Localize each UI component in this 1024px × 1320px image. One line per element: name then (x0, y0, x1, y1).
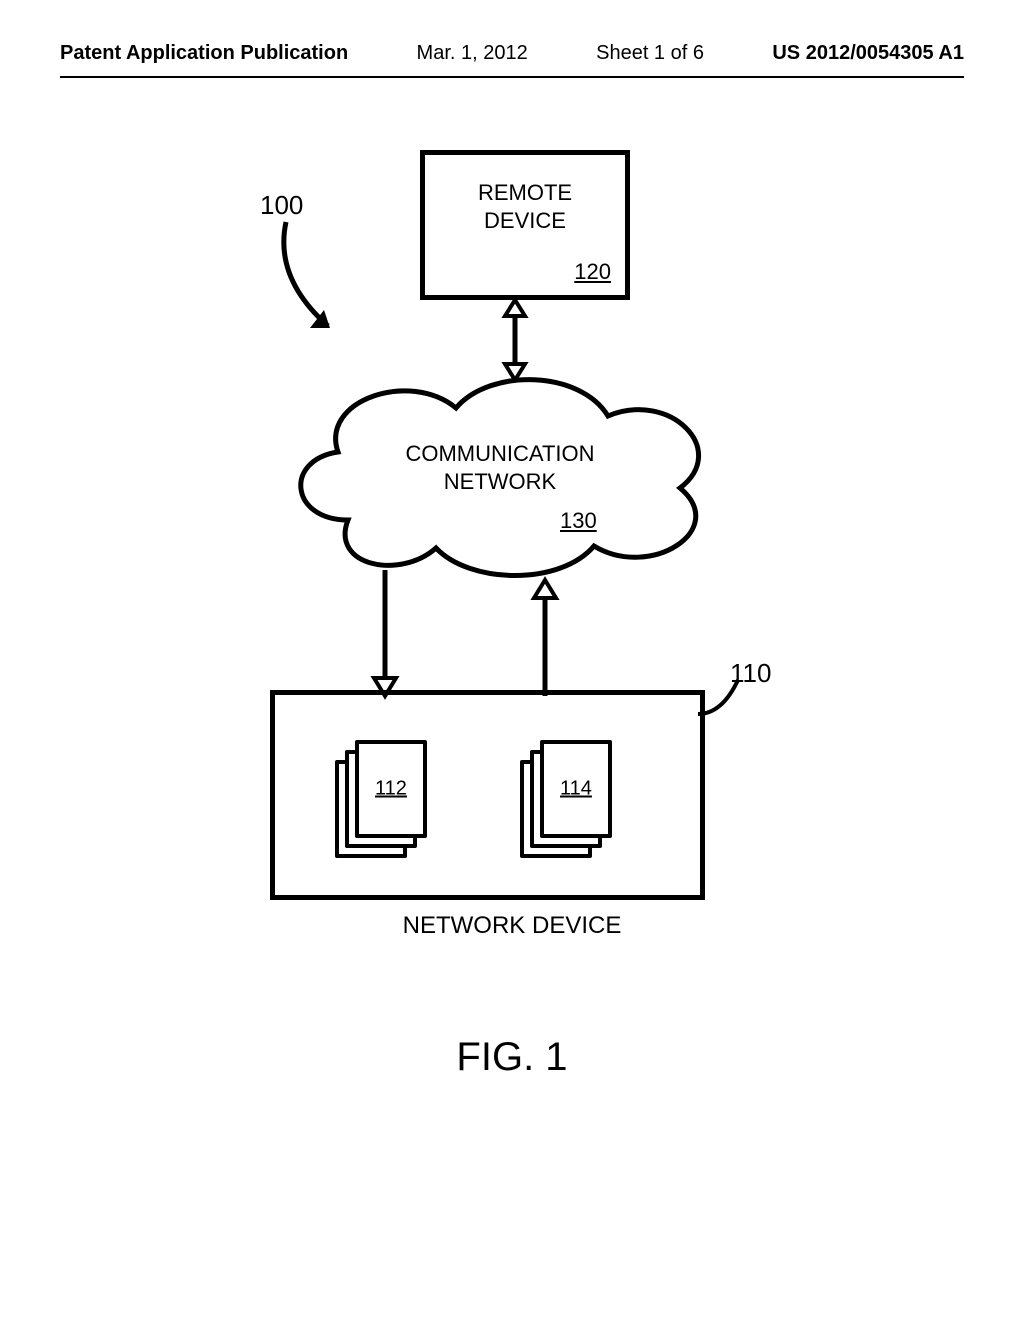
header-publication: Patent Application Publication (60, 42, 348, 65)
header-sheet: Sheet 1 of 6 (596, 42, 704, 65)
stack-112-ref: 112 (359, 778, 423, 801)
cloud-ref: 130 (560, 508, 597, 534)
system-ref-leader-arrow-icon (268, 218, 378, 338)
header-rule (60, 76, 964, 78)
network-device-caption: NETWORK DEVICE (0, 912, 1024, 940)
cloud-title-line2: NETWORK (444, 469, 556, 494)
remote-device-ref: 120 (574, 259, 611, 285)
communication-network-cloud: COMMUNICATION NETWORK 130 (260, 350, 740, 590)
header-docnum: US 2012/0054305 A1 (772, 42, 964, 65)
connector-netdev-to-cloud-icon (530, 580, 560, 696)
stack-114: 114 (520, 740, 616, 860)
card-icon: 114 (540, 740, 612, 838)
connector-cloud-to-netdev-icon (370, 570, 400, 696)
stack-114-ref: 114 (544, 778, 608, 801)
remote-device-box: REMOTE DEVICE 120 (420, 150, 630, 300)
page-header: Patent Application Publication Mar. 1, 2… (0, 42, 1024, 65)
system-ref-label: 100 (260, 190, 303, 221)
card-icon: 112 (355, 740, 427, 838)
stack-112: 112 (335, 740, 431, 860)
header-date: Mar. 1, 2012 (417, 42, 528, 65)
remote-device-title: REMOTE DEVICE (425, 179, 625, 234)
remote-device-title-line1: REMOTE (478, 180, 572, 205)
figure-caption: FIG. 1 (0, 1035, 1024, 1080)
figure-1-diagram: 100 REMOTE DEVICE 120 COMMUNICATION (0, 120, 1024, 1020)
network-device-ref-leader-icon (692, 674, 752, 724)
remote-device-title-line2: DEVICE (484, 208, 566, 233)
cloud-title: COMMUNICATION NETWORK (260, 440, 740, 495)
cloud-title-line1: COMMUNICATION (405, 441, 594, 466)
